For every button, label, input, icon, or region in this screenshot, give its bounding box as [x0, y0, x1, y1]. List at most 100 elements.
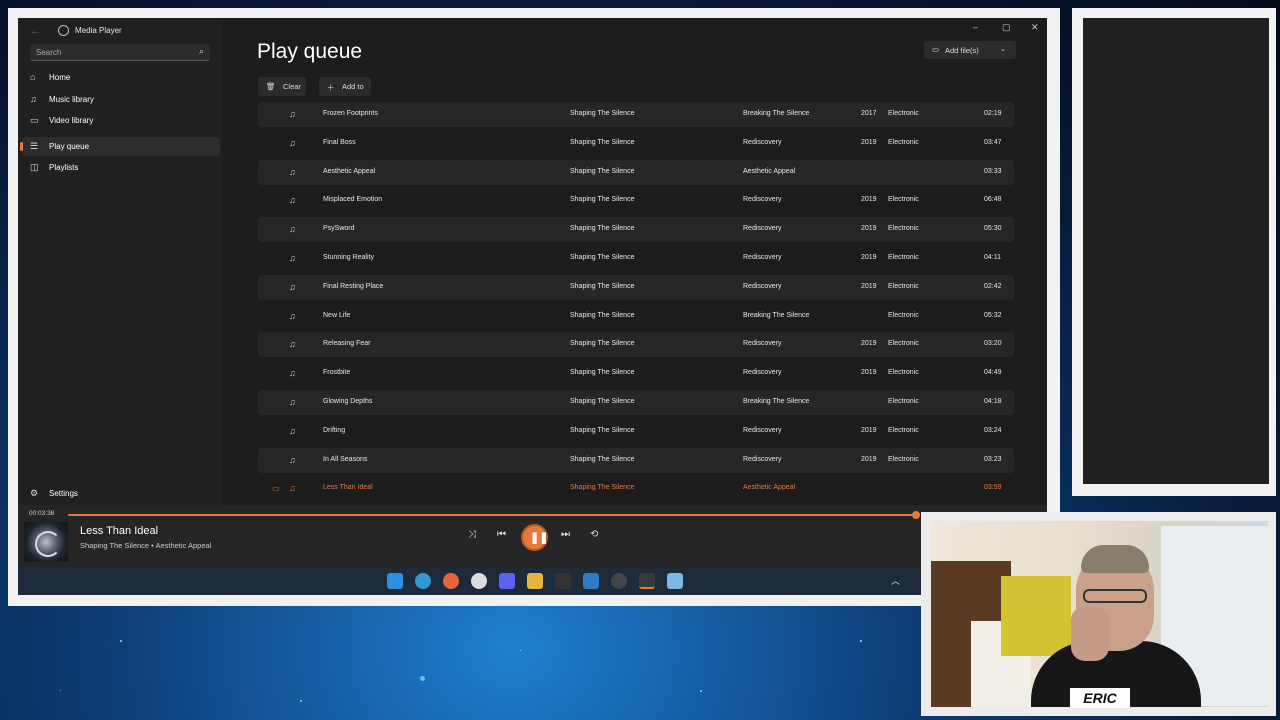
add-to-button[interactable]: ＋ Add to	[319, 77, 371, 96]
cell-genre: Electronic	[888, 225, 919, 233]
plus-icon: ＋	[327, 83, 335, 92]
player-bar: 00:03:38 Less Than Ideal Shaping The Sil…	[18, 505, 1047, 567]
music-note-icon: ♫	[289, 281, 296, 292]
cell-genre: Electronic	[888, 282, 919, 290]
music-note-icon: ♫	[289, 483, 296, 494]
cell-duration: 03:59	[984, 484, 1002, 492]
queue-row[interactable]: ♫ PsySword Shaping The Silence Rediscovery 2…	[258, 217, 1014, 243]
sidebar-item-settings[interactable]: ⚙ Settings	[22, 484, 220, 503]
cell-year: 2019	[861, 282, 877, 290]
sidebar-item-video-library[interactable]: ▭ Video library	[22, 111, 220, 130]
cell-artist: Shaping The Silence	[570, 398, 635, 405]
cell-album: Rediscovery	[743, 426, 782, 434]
queue-row[interactable]: ♫ Final Resting Place Shaping The Silence R…	[258, 274, 1014, 300]
queue-row[interactable]: ♫ Glowing Depths Shaping The Silence Breaki…	[258, 390, 1014, 415]
repeat-icon[interactable]: ⟲	[590, 529, 598, 540]
discord-icon[interactable]	[499, 573, 515, 589]
music-note-icon: ♫	[289, 368, 296, 379]
queue-row[interactable]: ♫ Final Boss Shaping The Silence Rediscover…	[258, 131, 1014, 156]
firefox-icon[interactable]	[443, 573, 459, 589]
cell-genre: Electronic	[888, 110, 919, 117]
media-player-taskbar-icon[interactable]	[639, 573, 655, 589]
folder-icon[interactable]	[527, 573, 543, 589]
person-hand	[1071, 606, 1109, 661]
cell-artist: Shaping The Silence	[570, 455, 635, 463]
cell-artist: Shaping The Silence	[570, 254, 635, 261]
app-icon[interactable]	[667, 573, 683, 589]
main-content: Play queue 🗑 Clear ＋ Add to ▭ Add file(s…	[223, 18, 1047, 505]
queue-icon: ☰	[30, 141, 39, 151]
queue-row[interactable]: ♫ Frostbite Shaping The Silence Rediscovery…	[258, 361, 1014, 386]
terminal-icon[interactable]	[555, 573, 571, 589]
cell-year: 2017	[861, 110, 877, 117]
queue-row[interactable]: ♫ In All Seasons Shaping The Silence Redisc…	[258, 447, 1014, 473]
wall-poster	[1001, 576, 1071, 656]
side-panel	[1083, 18, 1269, 484]
sidebar-item-music-library[interactable]: ♫ Music library	[22, 90, 220, 109]
queue-row[interactable]: ♫ Stunning Reality Shaping The Silence Redi…	[258, 246, 1014, 271]
sidebar-item-label: Playlists	[49, 163, 79, 172]
now-playing-title: Less Than Ideal	[80, 525, 159, 537]
progress-knob[interactable]	[912, 511, 920, 519]
now-playing-indicator-icon: ▭	[272, 484, 280, 494]
queue-row[interactable]: ♫ Drifting Shaping The Silence Rediscovery 2…	[258, 419, 1014, 444]
chevron-down-icon[interactable]: ⌄	[1000, 45, 1006, 53]
chevron-up-icon[interactable]: ︿	[891, 574, 900, 587]
cell-duration: 03:33	[984, 167, 1002, 175]
tools-icon[interactable]	[583, 573, 599, 589]
cell-duration: 05:30	[984, 225, 1002, 233]
cell-title: Glowing Depths	[323, 398, 373, 405]
cell-genre: Electronic	[888, 398, 919, 405]
back-arrow-icon[interactable]: ←	[30, 25, 41, 37]
queue-row-now-playing[interactable]: ▭ ♫ Less Than Ideal Shaping The Silence Aest…	[258, 476, 1014, 501]
progress-bar[interactable]	[68, 514, 916, 516]
sidebar-item-home[interactable]: ⌂ Home	[22, 68, 220, 87]
music-note-icon: ♫	[289, 109, 296, 119]
add-files-label: Add file(s)	[945, 46, 979, 55]
cell-album: Rediscovery	[743, 138, 782, 146]
cell-title: Aesthetic Appeal	[323, 167, 376, 175]
cell-year: 2019	[861, 455, 877, 463]
previous-icon[interactable]: ⏮	[497, 529, 506, 540]
github-icon[interactable]	[611, 573, 627, 589]
queue-row[interactable]: ♫ Aesthetic Appeal Shaping The Silence Aest…	[258, 159, 1014, 185]
pause-button[interactable]: ❚❚	[521, 524, 548, 551]
close-icon[interactable]: ✕	[1031, 22, 1039, 33]
search-input[interactable]	[36, 46, 186, 59]
sidebar-item-playlists[interactable]: ◫ Playlists	[22, 158, 220, 177]
chrome-icon[interactable]	[471, 573, 487, 589]
queue-row[interactable]: ♫ Frozen Footprints Shaping The Silence Bre…	[258, 102, 1014, 127]
cell-duration: 06:48	[984, 196, 1002, 204]
cell-year: 2019	[861, 369, 877, 377]
add-to-label: Add to	[342, 82, 364, 91]
next-icon[interactable]: ⏭	[561, 529, 570, 540]
clear-button[interactable]: 🗑 Clear	[258, 77, 306, 96]
shuffle-icon[interactable]: ⤨	[468, 529, 476, 540]
sidebar-item-play-queue[interactable]: ☰ Play queue	[20, 137, 220, 156]
pause-icon: ❚❚	[530, 532, 549, 544]
cell-artist: Shaping The Silence	[570, 426, 635, 434]
maximize-icon[interactable]: ▢	[1002, 22, 1011, 33]
cell-title: PsySword	[323, 225, 355, 233]
queue-row[interactable]: ♫ New Life Shaping The Silence Breaking The…	[258, 304, 1014, 329]
cell-artist: Shaping The Silence	[570, 311, 635, 319]
cell-duration: 03:23	[984, 455, 1002, 463]
cell-duration: 03:24	[984, 426, 1002, 434]
minimize-icon[interactable]: –	[973, 22, 978, 32]
windows-start-icon[interactable]	[387, 573, 403, 589]
cell-genre: Electronic	[888, 426, 919, 434]
clear-label: Clear	[283, 82, 301, 91]
cell-duration: 02:19	[984, 110, 1002, 117]
search-box[interactable]: ⌕	[30, 44, 210, 61]
search-icon[interactable]: ⌕	[199, 46, 204, 57]
music-icon: ♫	[30, 94, 37, 104]
queue-row[interactable]: ♫ Misplaced Emotion Shaping The Silence Red…	[258, 188, 1014, 213]
sidebar-item-label: Video library	[49, 116, 94, 125]
person-glasses	[1083, 589, 1147, 603]
cell-title: In All Seasons	[323, 455, 368, 463]
edge-icon[interactable]	[415, 573, 431, 589]
current-time: 00:03:38	[29, 510, 55, 517]
queue-row[interactable]: ♫ Releasing Fear Shaping The Silence Redisc…	[258, 332, 1014, 358]
cell-title: Frozen Footprints	[323, 110, 378, 117]
cell-title: Frostbite	[323, 369, 351, 377]
